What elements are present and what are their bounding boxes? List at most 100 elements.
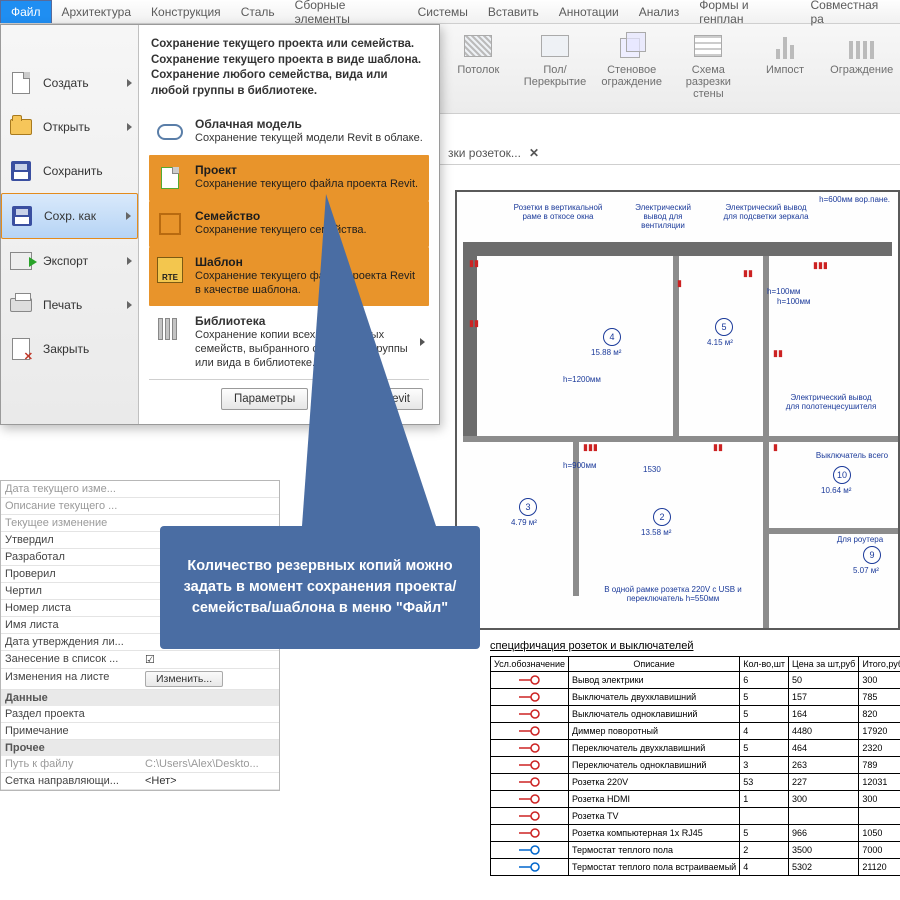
close-doc-icon: [9, 337, 33, 361]
property-key: Чертил: [1, 583, 141, 599]
file-save[interactable]: Сохранить: [1, 149, 138, 193]
property-value[interactable]: [141, 481, 279, 497]
chevron-right-icon: [127, 123, 132, 131]
schedule-header: Усл.обозначение: [491, 657, 569, 672]
tab-file[interactable]: Файл: [0, 0, 52, 23]
project-icon: [155, 163, 185, 193]
chevron-right-icon: [127, 257, 132, 265]
symbol-cell: [491, 808, 569, 825]
property-value[interactable]: [141, 723, 279, 739]
mullion-label: Импост: [766, 64, 804, 76]
property-value[interactable]: ☑: [141, 651, 279, 668]
symbol-cell: [491, 672, 569, 689]
template-icon: RTE: [155, 255, 185, 285]
btn-curtain-grid[interactable]: Схема разрезки стены: [670, 24, 747, 104]
btn-floor[interactable]: Пол/Перекрытие: [517, 24, 594, 92]
property-key: Дата утверждения ли...: [1, 634, 141, 650]
tab-architecture[interactable]: Архитектура: [52, 1, 142, 23]
property-row[interactable]: Дата текущего изме...: [1, 481, 279, 498]
btn-ceiling[interactable]: Потолок: [440, 24, 517, 80]
view-tab-title: зки розеток...: [448, 146, 521, 160]
export-icon: [9, 249, 33, 273]
room-tag: 3: [519, 498, 537, 516]
btn-mullion[interactable]: Импост: [747, 24, 824, 80]
tab-steel[interactable]: Сталь: [231, 1, 285, 23]
symbol-cell: [491, 791, 569, 808]
property-row[interactable]: Изменения на листеИзменить...: [1, 669, 279, 690]
room-tag: 2: [653, 508, 671, 526]
property-row[interactable]: Описание текущего ...: [1, 498, 279, 515]
ceiling-label: Потолок: [457, 64, 499, 76]
annotation: Электрический вывод для полотенцесушител…: [783, 394, 879, 412]
symbol-cell: [491, 723, 569, 740]
property-value[interactable]: [141, 706, 279, 722]
print-icon: [9, 293, 33, 317]
save-icon: [9, 159, 33, 183]
property-key: Проверил: [1, 566, 141, 582]
symbol-cell: [491, 757, 569, 774]
property-group[interactable]: Данные: [1, 690, 279, 706]
curtain-wall-icon: [616, 30, 648, 62]
file-close[interactable]: Закрыть: [1, 327, 138, 371]
tab-structure[interactable]: Конструкция: [141, 1, 231, 23]
close-icon[interactable]: ✕: [529, 146, 539, 160]
property-value[interactable]: [141, 498, 279, 514]
room-tag: 5: [715, 318, 733, 336]
saveas-description: Сохранение текущего проекта или семейств…: [149, 35, 429, 109]
view-tab[interactable]: зки розеток... ✕: [440, 142, 900, 165]
file-save-as[interactable]: Сохр. как: [1, 193, 138, 239]
property-key: Утвердил: [1, 532, 141, 548]
property-key: Разработал: [1, 549, 141, 565]
tab-systems[interactable]: Системы: [408, 1, 478, 23]
property-row[interactable]: Путь к файлуC:\Users\Alex\Deskto...: [1, 756, 279, 773]
saveas-cloud[interactable]: Облачная модельСохранение текущей модели…: [149, 109, 429, 155]
tab-annotate[interactable]: Аннотации: [549, 1, 629, 23]
btn-curtain-wall[interactable]: Стеновое ограждение: [593, 24, 670, 92]
room-area: 4.15 м²: [707, 338, 733, 347]
file-open[interactable]: Открыть: [1, 105, 138, 149]
property-row[interactable]: Примечание: [1, 723, 279, 740]
property-row[interactable]: Раздел проекта: [1, 706, 279, 723]
edit-button[interactable]: Изменить...: [145, 671, 223, 687]
options-button[interactable]: Параметры: [221, 388, 308, 410]
ribbon-tabs: Файл Архитектура Конструкция Сталь Сборн…: [0, 0, 900, 24]
tab-analyze[interactable]: Анализ: [629, 1, 690, 23]
property-key: Путь к файлу: [1, 756, 141, 772]
btn-railing[interactable]: Ограждение: [823, 24, 900, 80]
schedule-table: специфичация розеток и выключателей Усл.…: [490, 636, 900, 876]
new-icon: [9, 71, 33, 95]
property-value[interactable]: C:\Users\Alex\Deskto...: [141, 756, 279, 772]
chevron-right-icon: [126, 212, 131, 220]
tab-insert[interactable]: Вставить: [478, 1, 549, 23]
dim-label: h=100мм: [777, 298, 810, 307]
floor-label: Пол/Перекрытие: [519, 64, 592, 88]
room-area: 15.88 м²: [591, 348, 621, 357]
drawing-canvas[interactable]: h=600мм вор.пане. 4 15.88 м² 5 4.15 м² 3…: [455, 190, 900, 630]
ceiling-icon: [462, 30, 494, 62]
property-key: Изменения на листе: [1, 669, 141, 689]
property-key: Примечание: [1, 723, 141, 739]
symbol-cell: [491, 859, 569, 876]
dim-label: h=100мм: [767, 288, 800, 297]
property-value[interactable]: <Нет>: [141, 773, 279, 789]
library-icon: [155, 314, 185, 344]
property-row[interactable]: Занесение в список ...☑: [1, 651, 279, 669]
curtain-wall-label: Стеновое ограждение: [595, 64, 668, 88]
family-icon: [155, 209, 185, 239]
schedule-row: Термостат теплого пола встраиваемый45302…: [491, 859, 900, 876]
schedule-row: Выключатель одноклавишний5164820Legra: [491, 706, 900, 723]
mullion-icon: [769, 30, 801, 62]
annotation: Розетки в вертикальной раме в откосе окн…: [513, 204, 603, 222]
file-create[interactable]: Создать: [1, 61, 138, 105]
property-key: Номер листа: [1, 600, 141, 616]
dim-label: h=900мм: [563, 462, 596, 471]
file-print[interactable]: Печать: [1, 283, 138, 327]
railing-label: Ограждение: [830, 64, 893, 76]
property-value[interactable]: Изменить...: [141, 669, 279, 689]
property-group[interactable]: Прочее: [1, 740, 279, 756]
file-export[interactable]: Экспорт: [1, 239, 138, 283]
schedule-header: Итого,руб: [859, 657, 900, 672]
chevron-right-icon: [127, 301, 132, 309]
property-row[interactable]: Сетка направляющи...<Нет>: [1, 773, 279, 790]
property-key: Занесение в список ...: [1, 651, 141, 668]
